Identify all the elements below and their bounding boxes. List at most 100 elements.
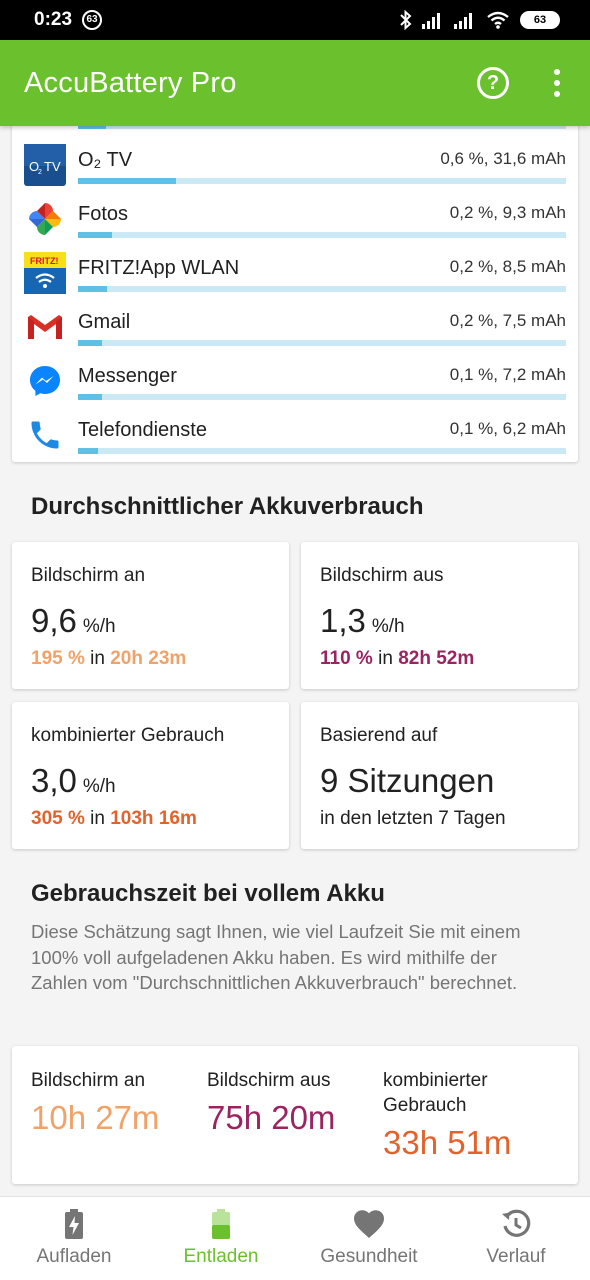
- more-vert-icon[interactable]: [545, 68, 569, 98]
- rate-unit: %/h: [82, 776, 116, 797]
- estimate-label: Bildschirm aus: [207, 1070, 331, 1091]
- card-detail: 110 % in 82h 52m: [320, 648, 474, 670]
- nav-item-aufladen[interactable]: Aufladen: [0, 1197, 148, 1280]
- duration-value: 103h 16m: [110, 808, 197, 829]
- nav-item-entladen[interactable]: Entladen: [147, 1197, 295, 1280]
- estimate-combined: kombinierter Gebrauch 33h 51m: [383, 1068, 511, 1162]
- card-detail: in den letzten 7 Tagen: [320, 808, 506, 829]
- messenger-icon: [24, 360, 66, 402]
- app-name: O₂ TV: [78, 149, 133, 171]
- section-title-average-usage: Durchschnittlicher Akkuverbrauch: [31, 493, 424, 520]
- estimate-label: kombinierter: [383, 1070, 488, 1091]
- app-usage-value: 0,2 %, 9,3 mAh: [449, 203, 566, 222]
- list-item[interactable]: Messenger 0,1 %, 7,2 mAh: [12, 360, 578, 414]
- app-usage-value: 0,1 %, 6,2 mAh: [449, 419, 566, 438]
- card-detail: 305 % in 103h 16m: [31, 808, 197, 830]
- list-item[interactable]: FRITZ! FRITZ!App WLAN 0,2 %, 8,5 mAh: [12, 252, 578, 306]
- app-usage-list: O 2 TV O₂ TV 0,6 %, 31,6 mAh Fotos 0,2 %, …: [12, 110, 578, 462]
- usage-bar-fill: [78, 394, 103, 400]
- bluetooth-icon: [400, 10, 412, 30]
- app-name: Fotos: [78, 203, 129, 225]
- app-name: Telefondienste: [78, 419, 207, 441]
- rate-value: 9,6: [31, 602, 77, 639]
- gmail-icon: [24, 306, 66, 348]
- percent-value: 305 %: [31, 808, 85, 829]
- section-title-full-charge: Gebrauchszeit bei vollem Akku: [31, 880, 385, 907]
- estimate-screen-off: Bildschirm aus 75h 20m: [207, 1068, 335, 1137]
- list-item[interactable]: O 2 TV O₂ TV 0,6 %, 31,6 mAh: [12, 144, 578, 198]
- o2-tv-icon: O 2 TV: [24, 144, 66, 186]
- app-usage-value: 0,2 %, 8,5 mAh: [449, 257, 566, 276]
- in-word: in: [90, 808, 105, 829]
- usage-bar-track: [78, 340, 566, 346]
- heart-icon: [354, 1210, 384, 1238]
- card-screen-on: Bildschirm an 9,6 %/h 195 % in 20h 23m: [12, 542, 289, 689]
- list-item[interactable]: Telefondienste 0,1 %, 6,2 mAh: [12, 414, 578, 468]
- nav-label: Aufladen: [36, 1246, 112, 1267]
- list-item[interactable]: Fotos 0,2 %, 9,3 mAh: [12, 198, 578, 252]
- card-label: Bildschirm aus: [320, 565, 444, 586]
- in-word: in: [90, 648, 105, 669]
- battery-discharging-icon: [212, 1209, 230, 1239]
- estimate-value: 75h 20m: [207, 1099, 336, 1136]
- wifi-icon: [487, 11, 509, 29]
- svg-text:TV: TV: [44, 159, 61, 174]
- app-usage-value: 0,6 %, 31,6 mAh: [440, 149, 566, 168]
- app-usage-value: 0,1 %, 7,2 mAh: [449, 365, 566, 384]
- card-based-on: Basierend auf 9 Sitzungen in den letzten…: [301, 702, 578, 849]
- app-name: Gmail: [78, 311, 131, 333]
- signal-icon: [422, 13, 440, 29]
- history-icon: [502, 1209, 531, 1237]
- rate-unit: %/h: [82, 616, 116, 637]
- app-bar: AccuBattery Pro ?: [0, 40, 590, 126]
- app-usage-value: 0,2 %, 7,5 mAh: [449, 311, 566, 330]
- rate-value: 3,0: [31, 762, 77, 799]
- section-description: Diese Schätzung sagt Ihnen, wie viel Lau…: [31, 921, 521, 993]
- full-charge-estimate-card: Bildschirm an 10h 27m Bildschirm aus 75h…: [12, 1046, 578, 1184]
- estimate-label: Bildschirm an: [31, 1070, 146, 1091]
- battery-charging-icon: [65, 1209, 83, 1239]
- percent-value: 195 %: [31, 648, 85, 669]
- usage-bar-track: [78, 286, 566, 292]
- nav-item-verlauf[interactable]: Verlauf: [442, 1197, 590, 1280]
- nav-label: Gesundheit: [320, 1246, 418, 1267]
- list-item[interactable]: Gmail 0,2 %, 7,5 mAh: [12, 306, 578, 360]
- usage-bar-fill: [78, 340, 103, 346]
- rate-value: 1,3: [320, 602, 366, 639]
- usage-bar-track: [78, 448, 566, 454]
- svg-text:FRITZ!: FRITZ!: [30, 256, 59, 266]
- card-label: Bildschirm an: [31, 565, 146, 586]
- usage-bar-fill: [78, 178, 176, 184]
- pinwheel-icon: [24, 198, 66, 240]
- fritz-wlan-icon: FRITZ!: [24, 252, 66, 294]
- status-bar: 0:23 63 63: [0, 0, 590, 40]
- nav-item-gesundheit[interactable]: Gesundheit: [295, 1197, 443, 1280]
- card-value: 9,6 %/h: [31, 602, 116, 640]
- usage-bar-fill: [78, 232, 113, 238]
- percent-value: 110 %: [320, 648, 373, 669]
- notification-count-badge: 63: [82, 10, 102, 30]
- card-value: 3,0 %/h: [31, 762, 116, 800]
- app-title: AccuBattery Pro: [24, 67, 237, 99]
- duration-value: 82h 52m: [398, 648, 475, 669]
- svg-text:2: 2: [38, 169, 42, 176]
- rate-unit: %/h: [371, 616, 405, 637]
- usage-bar-track: [78, 232, 566, 238]
- usage-bar-track: [78, 394, 566, 400]
- bottom-navigation: Aufladen Entladen Gesundheit Verlauf: [0, 1196, 590, 1280]
- usage-bar-fill: [78, 448, 98, 454]
- nav-label: Entladen: [183, 1246, 259, 1267]
- card-detail: 195 % in 20h 23m: [31, 648, 186, 670]
- app-name: FRITZ!App WLAN: [78, 257, 240, 279]
- card-combined: kombinierter Gebrauch 3,0 %/h 305 % in 10…: [12, 702, 289, 849]
- card-label: kombinierter Gebrauch: [31, 725, 225, 746]
- sessions-value: 9 Sitzungen: [320, 762, 495, 799]
- phone-icon: [24, 414, 66, 456]
- card-value: 1,3 %/h: [320, 602, 405, 640]
- help-icon[interactable]: ?: [477, 67, 509, 99]
- in-word: in: [378, 648, 393, 669]
- battery-icon: 63: [520, 11, 560, 29]
- signal-icon: [454, 13, 472, 29]
- nav-label: Verlauf: [486, 1246, 546, 1267]
- card-label: Basierend auf: [320, 725, 438, 746]
